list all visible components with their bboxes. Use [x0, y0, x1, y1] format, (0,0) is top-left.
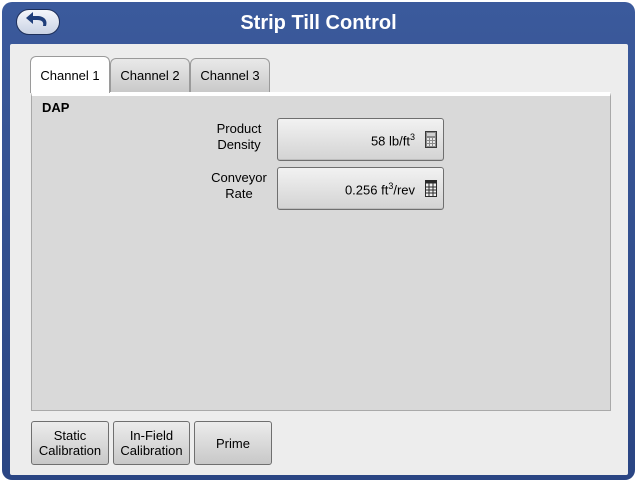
- window-frame: Strip Till Control Channel 1 Channel 2 C…: [2, 2, 635, 480]
- channel-panel: DAP Product Density 58 lb/ft3 Conveyor R…: [31, 92, 611, 411]
- value-number: 58 lb/ft: [370, 133, 410, 149]
- channel-tabs: Channel 1 Channel 2 Channel 3: [30, 56, 270, 93]
- calculator-icon: [425, 131, 437, 148]
- infield-calibration-button[interactable]: In-Field Calibration: [113, 421, 190, 465]
- button-line: In-Field: [129, 428, 174, 443]
- conveyor-rate-label: Conveyor Rate: [189, 170, 289, 202]
- conveyor-rate-button[interactable]: 0.256 ft3/rev: [277, 167, 444, 210]
- button-line: Calibration: [38, 443, 102, 458]
- label-line: Conveyor: [211, 170, 267, 185]
- table-icon: [425, 180, 437, 197]
- button-line: Calibration: [120, 443, 183, 458]
- tab-channel-1[interactable]: Channel 1: [30, 56, 110, 93]
- window-title: Strip Till Control: [240, 11, 397, 34]
- title-bar: Strip Till Control: [2, 2, 635, 44]
- tab-channel-3[interactable]: Channel 3: [190, 58, 270, 92]
- tab-channel-2[interactable]: Channel 2: [110, 58, 190, 92]
- product-name: DAP: [42, 100, 70, 115]
- product-density-value: 58 lb/ft3: [371, 132, 415, 148]
- label-line: Product: [216, 121, 262, 136]
- back-button[interactable]: [16, 9, 60, 35]
- content-area: Channel 1 Channel 2 Channel 3 DAP Produc…: [10, 44, 628, 475]
- static-calibration-button[interactable]: Static Calibration: [31, 421, 109, 465]
- product-density-label: Product Density: [189, 121, 289, 153]
- conveyor-rate-value: 0.256 ft3/rev: [345, 181, 415, 197]
- label-line: Density: [217, 137, 261, 152]
- label-line: Rate: [225, 186, 253, 201]
- value-exponent: 3: [409, 132, 415, 142]
- value-number: 0.256 ft: [344, 182, 389, 198]
- button-line: Static: [53, 428, 87, 443]
- value-unit: /rev: [393, 182, 415, 198]
- product-density-button[interactable]: 58 lb/ft3: [277, 118, 444, 161]
- prime-button[interactable]: Prime: [194, 421, 272, 465]
- back-arrow-icon: [24, 11, 52, 34]
